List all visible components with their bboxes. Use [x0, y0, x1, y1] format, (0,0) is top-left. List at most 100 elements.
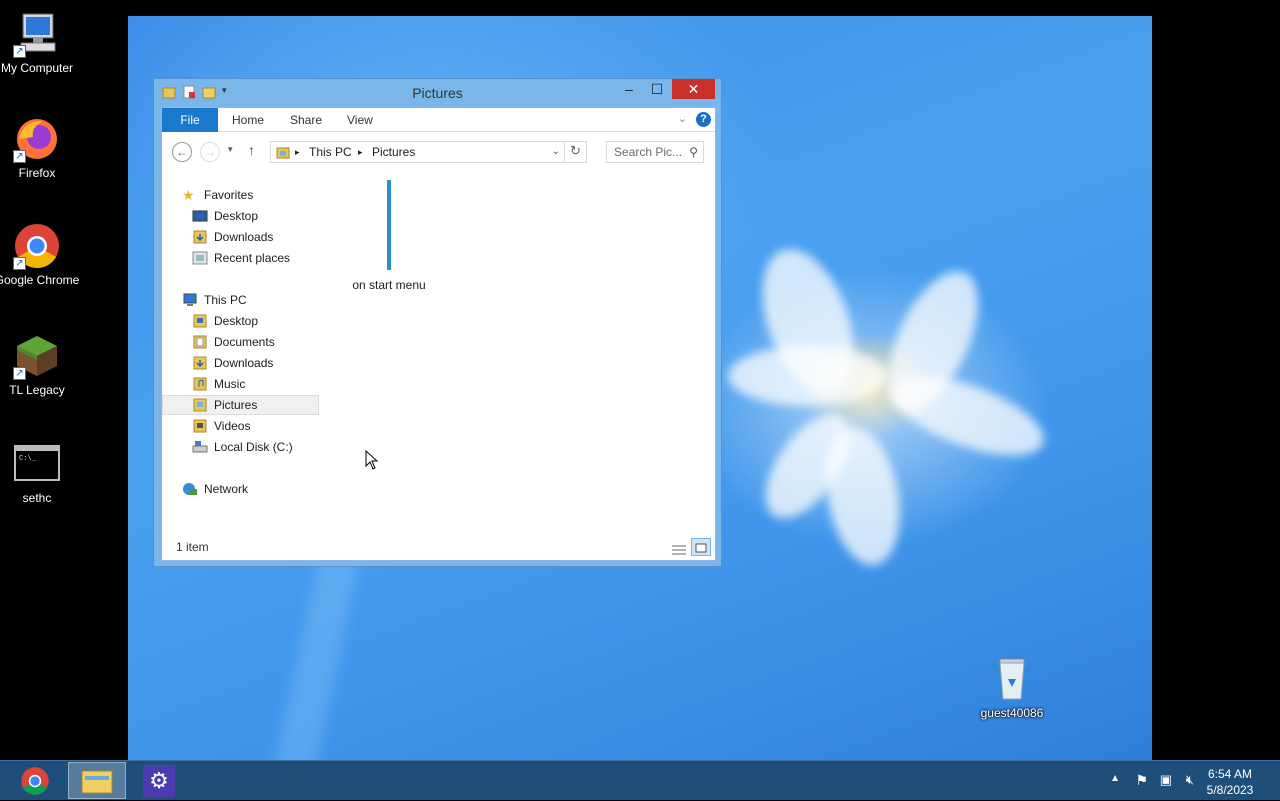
nav-this-pc[interactable]: This PC: [182, 290, 247, 310]
pictures-folder-icon: [192, 398, 208, 412]
nav-fav-downloads[interactable]: Downloads: [192, 227, 273, 247]
file-name: on start menu: [352, 278, 426, 292]
breadcrumb-pictures[interactable]: Pictures: [372, 142, 415, 162]
console-icon: C:\_: [13, 440, 61, 488]
desktop-icon-label: Firefox: [18, 166, 56, 180]
tab-file[interactable]: File: [162, 108, 218, 132]
hard-drive-icon: [192, 440, 208, 454]
desktop-icon-recycle-bin[interactable]: guest40086: [967, 655, 1057, 721]
folder-icon: [81, 770, 113, 793]
refresh-icon[interactable]: ↻: [564, 141, 586, 163]
flower-petal: [882, 360, 1054, 472]
shortcut-arrow-icon: ↗: [13, 257, 26, 270]
nav-pc-pictures[interactable]: Pictures: [162, 395, 319, 415]
nav-pc-desktop[interactable]: Desktop: [192, 311, 258, 331]
clock[interactable]: 6:54 AM 5/8/2023: [1200, 766, 1260, 798]
address-bar[interactable]: ▸ This PC ▸ Pictures ⌄ ↻: [270, 141, 587, 163]
search-input[interactable]: Search Pic... ⚲: [606, 141, 704, 163]
flower-petal: [728, 346, 888, 406]
search-placeholder: Search Pic...: [614, 145, 683, 159]
volume-muted-icon[interactable]: 🔇︎: [1186, 772, 1194, 788]
nav-label: Pictures: [214, 398, 258, 412]
desktop-icon-label: sethc: [22, 491, 52, 505]
show-hidden-icons-icon[interactable]: ▲: [1110, 773, 1120, 784]
desktop-icon-label: My Computer: [0, 61, 74, 75]
desktop-folder-icon: [192, 314, 208, 328]
chevron-right-icon[interactable]: ▸: [358, 142, 363, 162]
minimize-button[interactable]: –: [615, 79, 643, 99]
mouse-cursor: [365, 449, 379, 475]
maximize-button[interactable]: ☐: [643, 79, 671, 99]
nav-pc-downloads[interactable]: Downloads: [192, 353, 273, 373]
nav-label: This PC: [204, 293, 247, 307]
tab-home[interactable]: Home: [218, 108, 278, 132]
search-icon[interactable]: ⚲: [689, 142, 698, 162]
up-button[interactable]: ↑: [248, 142, 255, 158]
taskbar-chrome[interactable]: [6, 762, 64, 799]
help-button[interactable]: ?: [696, 112, 711, 127]
breadcrumb-this-pc[interactable]: This PC: [309, 142, 352, 162]
shortcut-arrow-icon: ↗: [13, 367, 26, 380]
desktop-icon-my-computer[interactable]: ↗ My Computer: [0, 10, 82, 76]
nav-label: Videos: [214, 419, 251, 433]
nav-pc-local-disk[interactable]: Local Disk (C:): [192, 437, 293, 457]
desktop-icon-google-chrome[interactable]: ↗ Google Chrome: [0, 222, 82, 288]
close-button[interactable]: ✕: [672, 79, 715, 99]
tab-share[interactable]: Share: [276, 108, 336, 132]
taskbar-file-explorer[interactable]: [68, 762, 126, 799]
clock-date: 5/8/2023: [1206, 783, 1254, 797]
shortcut-arrow-icon: ↗: [13, 150, 26, 163]
title-bar[interactable]: ▾ Pictures – ☐ ✕: [154, 79, 721, 107]
desktop-icon-firefox[interactable]: ↗ Firefox: [0, 115, 82, 181]
explorer-window[interactable]: ▾ Pictures – ☐ ✕ File Home Share View ⌄ …: [153, 78, 722, 567]
file-item[interactable]: on start menu: [344, 180, 434, 292]
recent-locations-icon[interactable]: ▾: [228, 144, 233, 155]
action-center-flag-icon[interactable]: ⚑: [1135, 772, 1148, 789]
details-view-icon[interactable]: [671, 540, 687, 555]
tab-view[interactable]: View: [333, 108, 387, 132]
nav-fav-desktop[interactable]: Desktop: [192, 206, 258, 226]
nav-pc-music[interactable]: Music: [192, 374, 245, 394]
nav-network[interactable]: Network: [182, 479, 248, 499]
item-count: 1 item: [176, 540, 209, 554]
desktop-icon-tl-legacy[interactable]: ↗ TL Legacy: [0, 332, 82, 398]
nav-label: Favorites: [204, 188, 254, 202]
desktop-icon-sethc[interactable]: C:\_ sethc: [0, 440, 82, 506]
nav-fav-recent-places[interactable]: Recent places: [192, 248, 290, 268]
nav-label: Desktop: [214, 209, 259, 223]
address-dropdown-icon[interactable]: ⌄: [552, 142, 560, 162]
documents-folder-icon: [192, 335, 208, 349]
navigation-pane: ★ Favorites Desktop Downloads Recent pla…: [162, 170, 322, 530]
ribbon-tabs: File Home Share View ⌄ ?: [162, 108, 715, 132]
nav-label: Local Disk (C:): [214, 440, 293, 454]
nav-pc-documents[interactable]: Documents: [192, 332, 275, 352]
network-status-icon[interactable]: ▣: [1160, 772, 1172, 788]
chrome-icon: ↗: [13, 222, 61, 270]
status-bar: 1 item: [162, 534, 715, 560]
expand-ribbon-icon[interactable]: ⌄: [678, 112, 687, 125]
gear-icon: ⚙: [143, 764, 175, 797]
nav-label: Desktop: [214, 314, 259, 328]
nav-label: Downloads: [214, 356, 274, 370]
nav-favorites[interactable]: ★ Favorites: [182, 185, 253, 205]
nav-pc-videos[interactable]: Videos: [192, 416, 250, 436]
forward-button[interactable]: →: [200, 142, 220, 162]
network-icon: [182, 482, 198, 496]
pictures-folder-icon: [276, 145, 290, 165]
nav-label: Documents: [214, 335, 275, 349]
large-icons-view-icon[interactable]: [691, 538, 711, 556]
nav-label: Network: [204, 482, 249, 496]
desktop-icon: [192, 209, 208, 223]
taskbar-settings[interactable]: ⚙: [130, 762, 188, 799]
star-icon: ★: [182, 187, 195, 203]
nav-label: Recent places: [214, 251, 291, 265]
chevron-right-icon[interactable]: ▸: [295, 142, 300, 162]
downloads-folder-icon: [192, 230, 208, 244]
taskbar: ⚙ ▲ ⚑ ▣ 🔇︎ 6:54 AM 5/8/2023: [0, 760, 1280, 800]
back-button[interactable]: ←: [172, 142, 192, 162]
clock-time: 6:54 AM: [1207, 767, 1253, 781]
recycle-bin-icon: [988, 655, 1036, 703]
desktop-icon-label: guest40086: [980, 706, 1044, 720]
svg-text:C:\_: C:\_: [19, 455, 37, 463]
music-folder-icon: [192, 377, 208, 391]
